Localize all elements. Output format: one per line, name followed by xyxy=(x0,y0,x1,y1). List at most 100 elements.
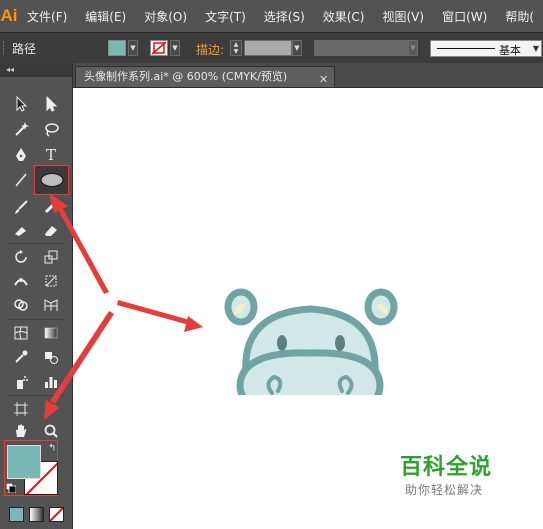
selection-type-label: 路径 xyxy=(12,42,37,56)
tool-divider xyxy=(8,243,64,244)
eyedropper-tool[interactable] xyxy=(10,347,32,367)
free-transform-tool[interactable] xyxy=(40,271,62,291)
zoom-tool[interactable] xyxy=(40,421,62,441)
bar-chart-icon xyxy=(45,377,57,388)
default-fill-stroke-icon[interactable] xyxy=(5,482,17,494)
watermark-title: 百科全说 xyxy=(400,455,493,480)
column-graph-tool[interactable] xyxy=(40,372,62,392)
eraser-icon xyxy=(45,226,57,236)
slice-tool[interactable] xyxy=(40,399,62,419)
direct-selection-tool[interactable] xyxy=(40,94,62,114)
menu-edit[interactable]: 编辑(E) xyxy=(76,8,135,25)
close-icon[interactable]: ✕ xyxy=(319,73,328,87)
white-arrow-icon xyxy=(46,96,58,112)
shape-builder-icon xyxy=(14,299,28,311)
hand-tool[interactable] xyxy=(10,421,32,441)
tools-panel-collapse[interactable]: ◂◂ xyxy=(0,63,72,77)
magnifier-icon xyxy=(44,424,58,438)
profile-dropdown[interactable]: ▼ xyxy=(408,40,418,56)
none-mode-button[interactable] xyxy=(49,507,64,522)
menu-type[interactable]: 文字(T) xyxy=(196,8,255,25)
hippo-artwork[interactable] xyxy=(140,195,420,395)
pen-nib-icon xyxy=(16,148,26,161)
menu-effect[interactable]: 效果(C) xyxy=(314,8,374,25)
fill-color-swatch[interactable] xyxy=(108,40,126,56)
rotate-icon xyxy=(15,250,27,263)
menu-help[interactable]: 帮助( xyxy=(496,8,543,25)
lasso-icon xyxy=(45,123,59,137)
width-icon xyxy=(14,278,28,286)
color-mode-button[interactable] xyxy=(9,507,24,522)
fill-color-box[interactable] xyxy=(7,445,41,479)
document-tab[interactable]: 头像制作系列.ai* @ 600% (CMYK/预览) ✕ xyxy=(75,66,335,87)
ellipse-icon xyxy=(40,173,63,187)
perspective-grid-tool[interactable] xyxy=(40,295,62,315)
stroke-label: 描边: xyxy=(196,43,225,57)
width-tool[interactable] xyxy=(10,271,32,291)
tools-panel: ◂◂ T ↰ xyxy=(0,63,73,529)
line-icon xyxy=(15,173,27,187)
shape-builder-tool[interactable] xyxy=(10,295,32,315)
gradient-tool[interactable] xyxy=(40,323,62,343)
menu-file[interactable]: 文件(F) xyxy=(18,8,76,25)
document-tab-bar: 头像制作系列.ai* @ 600% (CMYK/预览) ✕ xyxy=(73,63,543,88)
gradient-mode-button[interactable] xyxy=(29,507,44,522)
rotate-tool[interactable] xyxy=(10,247,32,267)
eyedropper-icon xyxy=(15,350,28,363)
stroke-dropdown-arrow[interactable]: ▼ xyxy=(170,40,180,56)
menu-bar: Ai 文件(F) 编辑(E) 对象(O) 文字(T) 选择(S) 效果(C) 视… xyxy=(0,0,543,32)
left-eye xyxy=(277,335,287,351)
menu-window[interactable]: 窗口(W) xyxy=(433,8,496,25)
stroke-weight-input[interactable] xyxy=(244,40,292,56)
eraser-tool[interactable] xyxy=(40,220,62,240)
scale-icon xyxy=(44,250,58,264)
menu-object[interactable]: 对象(O) xyxy=(135,8,196,25)
gradient-icon xyxy=(44,327,58,339)
artboard-tool[interactable] xyxy=(10,399,32,419)
magic-wand-tool[interactable] xyxy=(10,119,32,139)
stroke-weight-spinner[interactable]: ▲ ▼ xyxy=(230,40,242,56)
stroke-color-swatch[interactable] xyxy=(150,40,168,56)
chevron-down-icon: ▼ xyxy=(532,44,539,53)
default-colors-icon xyxy=(5,482,17,494)
illustrator-logo: Ai xyxy=(0,6,18,25)
arrow-pointer-icon xyxy=(16,96,28,112)
scale-tool[interactable] xyxy=(40,247,62,267)
tool-divider xyxy=(8,319,64,320)
artboard-icon xyxy=(14,402,28,416)
panel-grip[interactable] xyxy=(3,41,7,55)
hippo-muzzle xyxy=(236,349,384,395)
selection-tool[interactable] xyxy=(10,94,32,114)
watermark: 百科全说 助你轻松解决 xyxy=(380,443,521,499)
blob-brush-tool[interactable] xyxy=(10,220,32,240)
control-bar: 路径 ▼ ▼ 描边: ▲ ▼ ▼ ▼ 基本 ▼ xyxy=(0,32,543,64)
stroke-weight-dropdown[interactable]: ▼ xyxy=(292,40,302,56)
paintbrush-icon xyxy=(15,200,28,214)
document-tab-title: 头像制作系列.ai* @ 600% (CMYK/预览) xyxy=(84,70,288,83)
fill-dropdown-arrow[interactable]: ▼ xyxy=(128,40,138,56)
tool-divider xyxy=(8,395,64,396)
blend-icon xyxy=(45,352,58,364)
perspective-grid-icon xyxy=(44,299,58,311)
pen-tool[interactable] xyxy=(10,145,32,165)
blend-tool[interactable] xyxy=(40,347,62,367)
variable-width-profile[interactable] xyxy=(314,40,408,56)
paintbrush-tool[interactable] xyxy=(10,197,32,217)
symbol-sprayer-tool[interactable] xyxy=(10,372,32,392)
spray-icon xyxy=(17,376,28,389)
hand-icon xyxy=(16,424,27,437)
lasso-tool[interactable] xyxy=(40,119,62,139)
menu-select[interactable]: 选择(S) xyxy=(255,8,314,25)
no-stroke-icon xyxy=(151,41,167,55)
type-tool[interactable]: T xyxy=(40,145,62,165)
knife-icon xyxy=(46,405,57,414)
line-segment-tool[interactable] xyxy=(10,170,32,190)
menu-view[interactable]: 视图(V) xyxy=(374,8,434,25)
mesh-tool[interactable] xyxy=(10,323,32,343)
watermark-subtitle: 助你轻松解决 xyxy=(405,483,484,497)
brush-definition-label: 基本 xyxy=(499,44,521,57)
ellipse-tool[interactable] xyxy=(34,165,69,195)
swap-fill-stroke-icon[interactable]: ↰ xyxy=(48,443,56,454)
pencil-tool[interactable] xyxy=(40,197,62,217)
brush-definition-select[interactable]: 基本 ▼ xyxy=(430,40,542,57)
